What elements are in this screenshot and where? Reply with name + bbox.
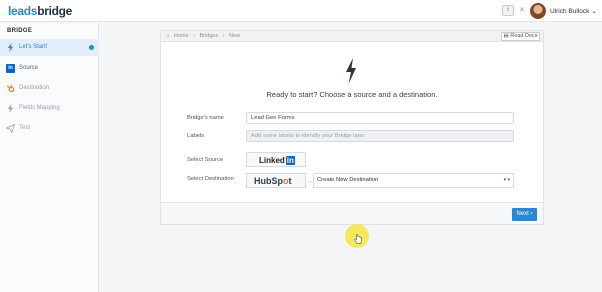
hubspot-icon [6,84,15,93]
logo-part1: leads [8,4,38,18]
linkedin-logo-in: in [285,156,295,165]
select-destination-label: Select Destination [187,176,234,182]
paper-plane-icon [5,123,16,134]
read-docs-label: Read Docs [510,33,538,39]
destination-select[interactable]: Create New Destination ▾ ▾ [313,173,514,188]
hubspot-logo-a: HubSp [254,176,283,186]
top-bar: leadsbridge i ✕ Ulrich Bullock ⌄ [0,0,602,22]
bolt-icon [6,104,15,113]
chevron-down-icon: ⌄ [591,8,597,15]
bolt-icon [6,43,15,52]
hubspot-logo: HubSpot [254,176,292,186]
help-button[interactable]: i [502,5,514,16]
labels-input[interactable]: Add some labels to identify your Bridge … [246,130,514,142]
breadcrumb-separator: › [222,33,225,39]
breadcrumb-current: New [229,33,241,39]
separator: - [309,179,311,185]
linkedin-logo-text: Linked [259,156,285,165]
sidebar-item-destination[interactable]: Destination [0,80,99,97]
sidebar-item-label: Destination [19,85,50,91]
panel-footer: Next › [161,202,543,224]
next-button[interactable]: Next › [512,208,537,221]
breadcrumb-separator: › [193,33,195,39]
sidebar-item-lets-start[interactable]: Let's Start! [0,39,99,56]
select-source-label: Select Source [187,157,224,163]
linkedin-icon: in [6,64,15,73]
leadsbridge-logo[interactable]: leadsbridge [8,4,72,18]
avatar[interactable] [530,3,546,19]
close-icon[interactable]: ✕ [519,6,525,14]
sidebar-item-test[interactable]: Test [0,120,99,137]
bridge-name-label: Bridge's name [187,115,224,121]
linkedin-logo: Linked in [259,156,295,165]
labels-label: Labels [187,133,205,139]
bolt-icon [346,58,356,84]
breadcrumb-bridges[interactable]: Bridges [199,33,218,39]
source-linkedin-selector[interactable]: Linked in [246,152,306,167]
sidebar-title: BRIDGE [7,28,33,34]
page-heading: Ready to start? Choose a source and a de… [266,90,438,99]
panel-header: ⌂ Home › Bridges › New ▤ Read Docs [161,31,543,42]
sidebar-item-label: Source [19,65,39,71]
chevron-down-icon: ▾ ▾ [503,177,510,183]
sidebar-item-label: Let's Start! [19,44,48,50]
sidebar-item-fields-mapping[interactable]: Fields Mapping [0,100,99,117]
destination-select-value: Create New Destination [317,177,379,183]
sidebar: BRIDGE Let's Start! in Source Destinatio… [0,23,99,292]
user-name: Ulrich Bullock [550,8,590,15]
hubspot-logo-c: t [288,176,292,186]
active-step-indicator [89,45,94,50]
book-icon: ▤ [503,33,509,39]
bridge-name-input[interactable]: Lead Gen Forms [246,112,514,124]
read-docs-button[interactable]: ▤ Read Docs [501,32,540,41]
breadcrumb-home[interactable]: Home [174,33,189,39]
hand-cursor-icon [354,234,362,244]
user-menu[interactable]: Ulrich Bullock ⌄ [550,7,597,15]
destination-hubspot-selector[interactable]: HubSpot [246,173,306,188]
breadcrumb: ⌂ Home › Bridges › New [166,33,243,39]
sidebar-item-label: Test [19,125,31,131]
sidebar-item-source[interactable]: in Source [0,60,99,77]
home-icon: ⌂ [166,33,170,39]
bridge-setup-panel: ⌂ Home › Bridges › New ▤ Read Docs Ready… [160,30,544,225]
logo-part2: bridge [37,4,73,18]
sidebar-item-label: Fields Mapping [19,105,60,111]
